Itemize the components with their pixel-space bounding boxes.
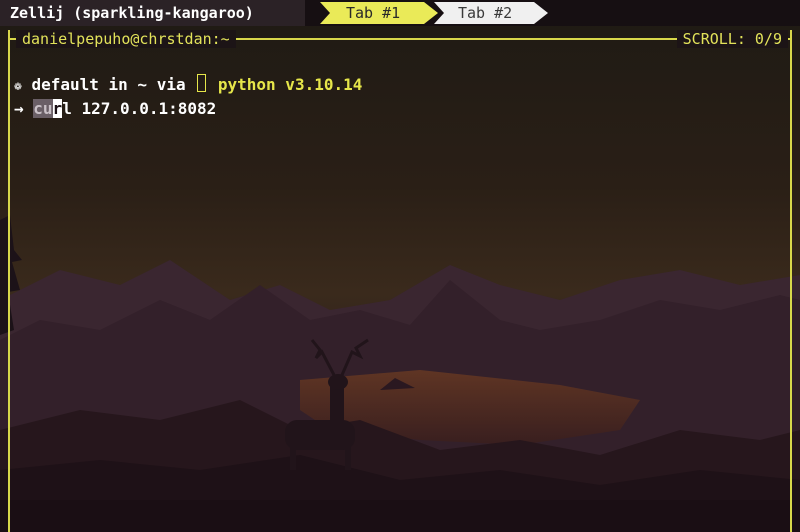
scroll-value: 0/9 [754, 30, 782, 48]
tab-1-label: Tab #1 [346, 4, 401, 22]
command-text-before-cursor: cu [33, 99, 53, 118]
pane-corner-left [8, 38, 10, 50]
tab-bar: Zellij (sparkling-kangaroo) Tab #1 Tab #… [0, 0, 800, 26]
terminal-window: Zellij (sparkling-kangaroo) Tab #1 Tab #… [0, 0, 800, 532]
python-version: python v3.10.14 [217, 75, 363, 94]
command-line[interactable]: → curl 127.0.0.1:8082 [14, 98, 216, 120]
tab-1[interactable]: Tab #1 [320, 2, 438, 24]
python-icon [197, 74, 207, 92]
pane-title: danielpepuho@chrstdan:~ [16, 30, 236, 48]
prompt-context: default in ~ via [31, 75, 186, 94]
text-cursor[interactable]: r [52, 99, 63, 118]
tab-2[interactable]: Tab #2 [434, 2, 548, 24]
prompt-line: ❁ default in ~ via python v3.10.14 [14, 74, 362, 96]
scroll-label: SCROLL: [682, 30, 746, 48]
scroll-indicator: SCROLL: 0/9 [676, 30, 788, 48]
prompt-arrow-icon: → [14, 99, 24, 118]
command-text-after-cursor: l 127.0.0.1:8082 [62, 99, 217, 118]
pane-corner-right [790, 38, 792, 50]
session-title: Zellij (sparkling-kangaroo) [0, 0, 305, 26]
tab-2-label: Tab #2 [458, 4, 513, 22]
gear-icon: ❁ [14, 79, 22, 94]
